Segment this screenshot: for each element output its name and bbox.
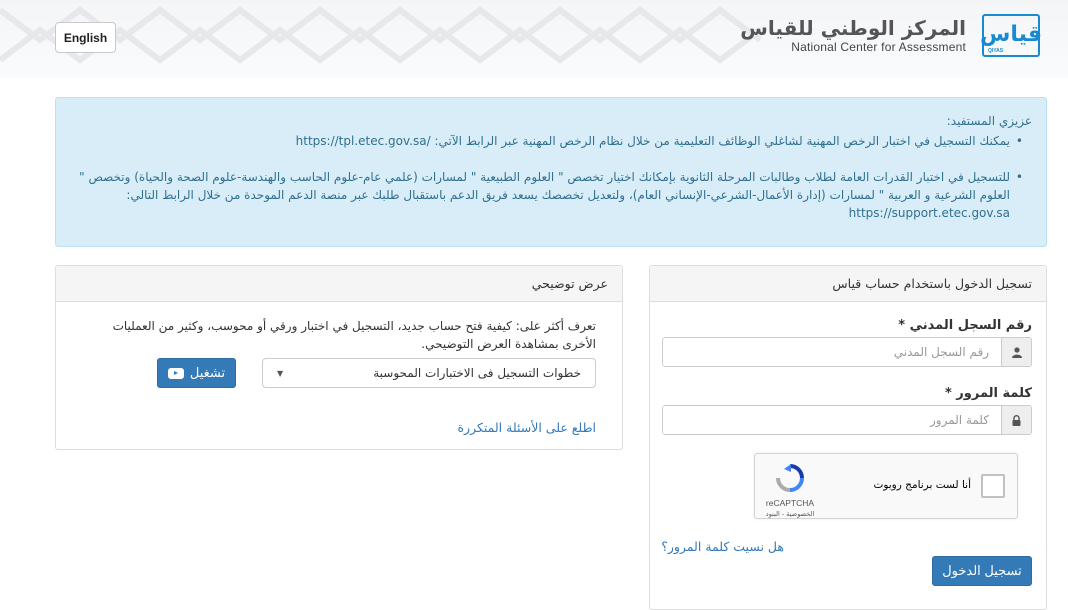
notice-item-text: للتسجيل في اختبار القدرات العامة لطلاب و… (79, 170, 1010, 202)
user-icon (1001, 338, 1031, 366)
national-id-input[interactable] (663, 338, 1001, 366)
lock-icon (1001, 406, 1031, 434)
password-input[interactable] (663, 406, 1001, 434)
demo-select-value: خطوات التسجيل فى الاختبارات المحوسبة (373, 366, 581, 380)
demo-description: تعرف أكثر على: كيفية فتح حساب جديد، التس… (112, 319, 596, 351)
faq-link[interactable]: اطلع على الأسئلة المتكررة (457, 420, 596, 435)
logo-english-name: National Center for Assessment (791, 40, 966, 54)
logo-mark-glyph: قياس (980, 22, 1043, 47)
recaptcha-logo: reCAPTCHA الخصوصية - البنود (765, 464, 815, 518)
logo[interactable]: المركز الوطني للقياس National Center for… (740, 12, 1043, 58)
recaptcha-terms-link[interactable]: الخصوصية - البنود (765, 510, 815, 518)
notice-item-text: يمكنك التسجيل في اختبار الرخص المهنية لش… (434, 134, 1010, 148)
qiyas-logo-icon: قياس QIYAS (980, 13, 1043, 57)
support-link[interactable]: https://support.etec.gov.sa (849, 206, 1010, 220)
logo-mark-small: QIYAS (988, 47, 1004, 54)
login-panel-title: تسجيل الدخول باستخدام حساب قياس (650, 266, 1046, 302)
play-button-label: تشغيل (189, 365, 226, 381)
caret-down-icon: ▼ (277, 368, 284, 378)
demo-select[interactable]: خطوات التسجيل فى الاختبارات المحوسبة ▼ (262, 358, 596, 388)
notice-item: يمكنك التسجيل في اختبار الرخص المهنية لش… (70, 132, 1023, 150)
site-header: English المركز الوطني للقياس National Ce… (0, 0, 1068, 78)
notice-item: للتسجيل في اختبار القدرات العامة لطلاب و… (70, 168, 1023, 222)
play-icon (167, 367, 184, 379)
notice-list: يمكنك التسجيل في اختبار الرخص المهنية لش… (70, 132, 1032, 222)
english-language-button[interactable]: English (55, 22, 116, 53)
national-id-label: رقم السجل المدني * (898, 318, 1032, 333)
recaptcha-icon (776, 464, 804, 492)
tpl-link[interactable]: https://tpl.etec.gov.sa/ (296, 134, 431, 148)
login-button[interactable]: تسجيل الدخول (932, 556, 1032, 586)
play-button[interactable]: تشغيل (157, 358, 236, 388)
logo-arabic-name: المركز الوطني للقياس (740, 16, 966, 40)
password-group (662, 405, 1032, 435)
login-panel: تسجيل الدخول باستخدام حساب قياس رقم السج… (649, 265, 1047, 610)
recaptcha-brand: reCAPTCHA (765, 498, 815, 508)
notice-greeting: عزيزي المستفيد: (946, 114, 1032, 128)
password-label: كلمة المرور * (944, 386, 1032, 401)
notice-alert: عزيزي المستفيد: يمكنك التسجيل في اختبار … (55, 97, 1047, 247)
forgot-password-link[interactable]: هل نسيت كلمة المرور؟ (661, 539, 784, 554)
recaptcha-widget: أنا لست برنامج روبوت reCAPTCHA الخصوصية … (754, 453, 1018, 519)
logo-text: المركز الوطني للقياس National Center for… (740, 16, 966, 54)
national-id-group (662, 337, 1032, 367)
recaptcha-checkbox[interactable] (981, 474, 1005, 498)
demo-panel-title: عرض توضيحي (56, 266, 622, 302)
demo-panel: عرض توضيحي تعرف أكثر على: كيفية فتح حساب… (55, 265, 623, 450)
recaptcha-label: أنا لست برنامج روبوت (873, 479, 971, 491)
